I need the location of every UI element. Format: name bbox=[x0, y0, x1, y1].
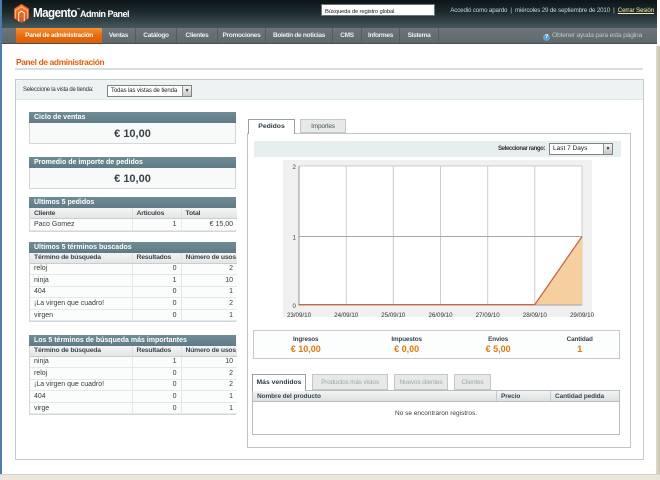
svg-text:28/09/10: 28/09/10 bbox=[523, 312, 548, 319]
svg-text:1: 1 bbox=[293, 235, 297, 242]
svg-text:0: 0 bbox=[293, 303, 297, 310]
svg-text:2: 2 bbox=[293, 164, 297, 171]
svg-text:27/09/10: 27/09/10 bbox=[476, 312, 501, 319]
svg-text:25/09/10: 25/09/10 bbox=[381, 312, 406, 319]
svg-text:23/09/10: 23/09/10 bbox=[287, 312, 312, 319]
svg-text:26/09/10: 26/09/10 bbox=[428, 312, 453, 319]
svg-text:24/09/10: 24/09/10 bbox=[334, 312, 359, 319]
svg-text:29/09/10: 29/09/10 bbox=[570, 312, 595, 319]
